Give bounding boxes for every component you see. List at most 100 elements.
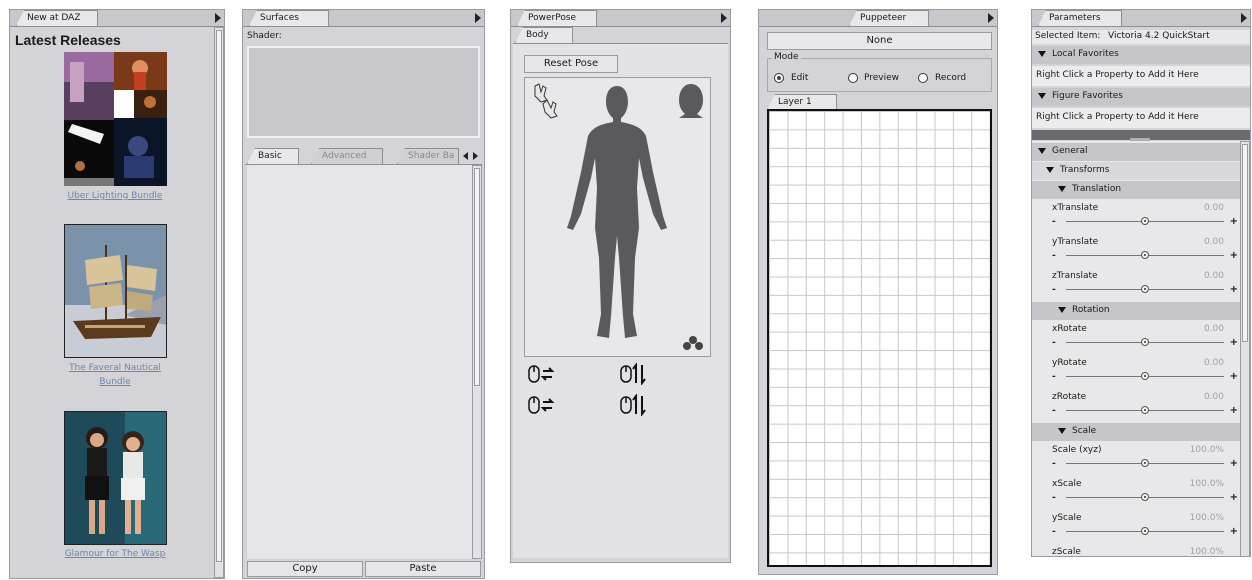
plus-icon[interactable]: + <box>1230 371 1238 382</box>
param-value[interactable]: 0.00 <box>1204 271 1224 281</box>
param-xrotate[interactable]: xRotate 0.00 - + <box>1032 321 1240 356</box>
mode-record-radio[interactable] <box>918 73 928 83</box>
minus-icon[interactable]: - <box>1052 372 1056 382</box>
tab-new-at-daz[interactable]: New at DAZ <box>16 10 98 26</box>
slider-knob[interactable] <box>1141 285 1149 293</box>
minus-icon[interactable]: - <box>1052 406 1056 416</box>
minus-icon[interactable]: - <box>1052 493 1056 503</box>
param-scale-xyz[interactable]: Scale (xyz) 100.0% - + <box>1032 442 1240 477</box>
mode-record-label[interactable]: Record <box>935 73 966 83</box>
body-silhouette[interactable] <box>525 78 710 356</box>
tab-parameters[interactable]: Parameters <box>1038 10 1122 26</box>
preset-dropdown[interactable]: None <box>767 32 992 50</box>
vertical-scrollbar[interactable] <box>214 27 224 578</box>
mode-edit-label[interactable]: Edit <box>791 73 808 83</box>
param-value[interactable]: 0.00 <box>1204 358 1224 368</box>
slider-knob[interactable] <box>1141 527 1149 535</box>
slider-knob[interactable] <box>1141 372 1149 380</box>
copy-button[interactable]: Copy <box>247 561 363 577</box>
param-xscale[interactable]: xScale 100.0% - + <box>1032 476 1240 511</box>
param-slider[interactable] <box>1066 338 1224 346</box>
plus-icon[interactable]: + <box>1230 250 1238 261</box>
param-yscale[interactable]: yScale 100.0% - + <box>1032 510 1240 545</box>
slider-knob[interactable] <box>1141 493 1149 501</box>
shader-preview-box[interactable] <box>247 46 480 138</box>
param-slider[interactable] <box>1066 406 1224 414</box>
minus-icon[interactable]: - <box>1052 217 1056 227</box>
minus-icon[interactable]: - <box>1052 459 1056 469</box>
param-slider[interactable] <box>1066 493 1224 501</box>
tab-basic[interactable]: Basic <box>247 148 299 164</box>
param-slider[interactable] <box>1066 251 1224 259</box>
vertical-scrollbar[interactable] <box>1240 141 1250 556</box>
param-value[interactable]: 0.00 <box>1204 237 1224 247</box>
panel-menu-arrow-icon[interactable] <box>721 13 727 23</box>
plus-icon[interactable]: + <box>1230 526 1238 537</box>
product-image-faveral-nautical[interactable] <box>64 224 167 358</box>
tab-layer-1[interactable]: Layer 1 <box>767 94 837 110</box>
minus-icon[interactable]: - <box>1052 251 1056 261</box>
param-zscale[interactable]: zScale 100.0% <box>1032 544 1240 556</box>
feet-icon[interactable] <box>683 336 703 350</box>
plus-icon[interactable]: + <box>1230 405 1238 416</box>
tab-body[interactable]: Body <box>515 27 573 43</box>
tab-powerpose[interactable]: PowerPose <box>517 10 597 26</box>
plus-icon[interactable]: + <box>1230 284 1238 295</box>
slider-knob[interactable] <box>1141 217 1149 225</box>
mode-preview-label[interactable]: Preview <box>864 73 899 83</box>
product-link-uber-lighting[interactable]: Uber Lighting Bundle <box>30 191 200 201</box>
plus-icon[interactable]: + <box>1230 337 1238 348</box>
panel-menu-arrow-icon[interactable] <box>988 13 994 23</box>
local-favorites-header[interactable]: Local Favorites <box>1032 46 1250 64</box>
slider-knob[interactable] <box>1141 251 1149 259</box>
panel-menu-arrow-icon[interactable] <box>215 13 221 23</box>
slider-knob[interactable] <box>1141 406 1149 414</box>
mode-edit-radio[interactable] <box>774 73 784 83</box>
plus-icon[interactable]: + <box>1230 492 1238 503</box>
rotation-header[interactable]: Rotation <box>1032 302 1240 320</box>
param-xtranslate[interactable]: xTranslate 0.00 - + <box>1032 200 1240 235</box>
param-value[interactable]: 100.0% <box>1190 445 1224 455</box>
slider-knob[interactable] <box>1141 459 1149 467</box>
param-ztranslate[interactable]: zTranslate 0.00 - + <box>1032 268 1240 303</box>
param-slider[interactable] <box>1066 372 1224 380</box>
scale-header[interactable]: Scale <box>1032 423 1240 441</box>
tab-advanced[interactable]: Advanced <box>311 148 383 164</box>
tab-scroll-right-icon[interactable] <box>473 152 478 160</box>
product-link-faveral-nautical-line2[interactable]: Bundle <box>30 377 200 387</box>
puppeteer-grid[interactable] <box>767 109 992 567</box>
param-value[interactable]: 100.0% <box>1190 479 1224 489</box>
param-zrotate[interactable]: zRotate 0.00 - + <box>1032 389 1240 424</box>
param-slider[interactable] <box>1066 285 1224 293</box>
translation-header[interactable]: Translation <box>1032 181 1240 199</box>
product-image-uber-lighting[interactable] <box>64 52 167 186</box>
tab-scroll-left-icon[interactable] <box>463 152 468 160</box>
product-link-faveral-nautical-line1[interactable]: The Faveral Nautical <box>30 363 200 373</box>
slider-knob[interactable] <box>1141 338 1149 346</box>
panel-menu-arrow-icon[interactable] <box>1241 13 1247 23</box>
param-value[interactable]: 100.0% <box>1190 513 1224 523</box>
product-link-glamour-wasp[interactable]: Glamour for The Wasp <box>30 549 200 559</box>
param-value[interactable]: 0.00 <box>1204 324 1224 334</box>
minus-icon[interactable]: - <box>1052 527 1056 537</box>
tab-surfaces[interactable]: Surfaces <box>249 10 329 26</box>
param-slider[interactable] <box>1066 459 1224 467</box>
splitter-bar[interactable] <box>1032 130 1250 141</box>
figure-favorites-header[interactable]: Figure Favorites <box>1032 88 1250 106</box>
scrollbar-thumb[interactable] <box>474 168 480 386</box>
tab-shader-basics[interactable]: Shader Ba <box>397 148 459 164</box>
general-header[interactable]: General <box>1032 143 1240 161</box>
scrollbar-thumb[interactable] <box>1242 144 1248 342</box>
param-yrotate[interactable]: yRotate 0.00 - + <box>1032 355 1240 390</box>
minus-icon[interactable]: - <box>1052 285 1056 295</box>
param-slider[interactable] <box>1066 217 1224 225</box>
product-image-glamour-wasp[interactable] <box>64 411 167 545</box>
tab-puppeteer[interactable]: Puppeteer <box>849 10 929 26</box>
param-value[interactable]: 100.0% <box>1190 547 1224 556</box>
reset-pose-button[interactable]: Reset Pose <box>524 55 618 73</box>
paste-button[interactable]: Paste <box>365 561 481 577</box>
mode-preview-radio[interactable] <box>848 73 858 83</box>
param-ytranslate[interactable]: yTranslate 0.00 - + <box>1032 234 1240 269</box>
param-value[interactable]: 0.00 <box>1204 203 1224 213</box>
hands-icon[interactable] <box>534 83 558 119</box>
